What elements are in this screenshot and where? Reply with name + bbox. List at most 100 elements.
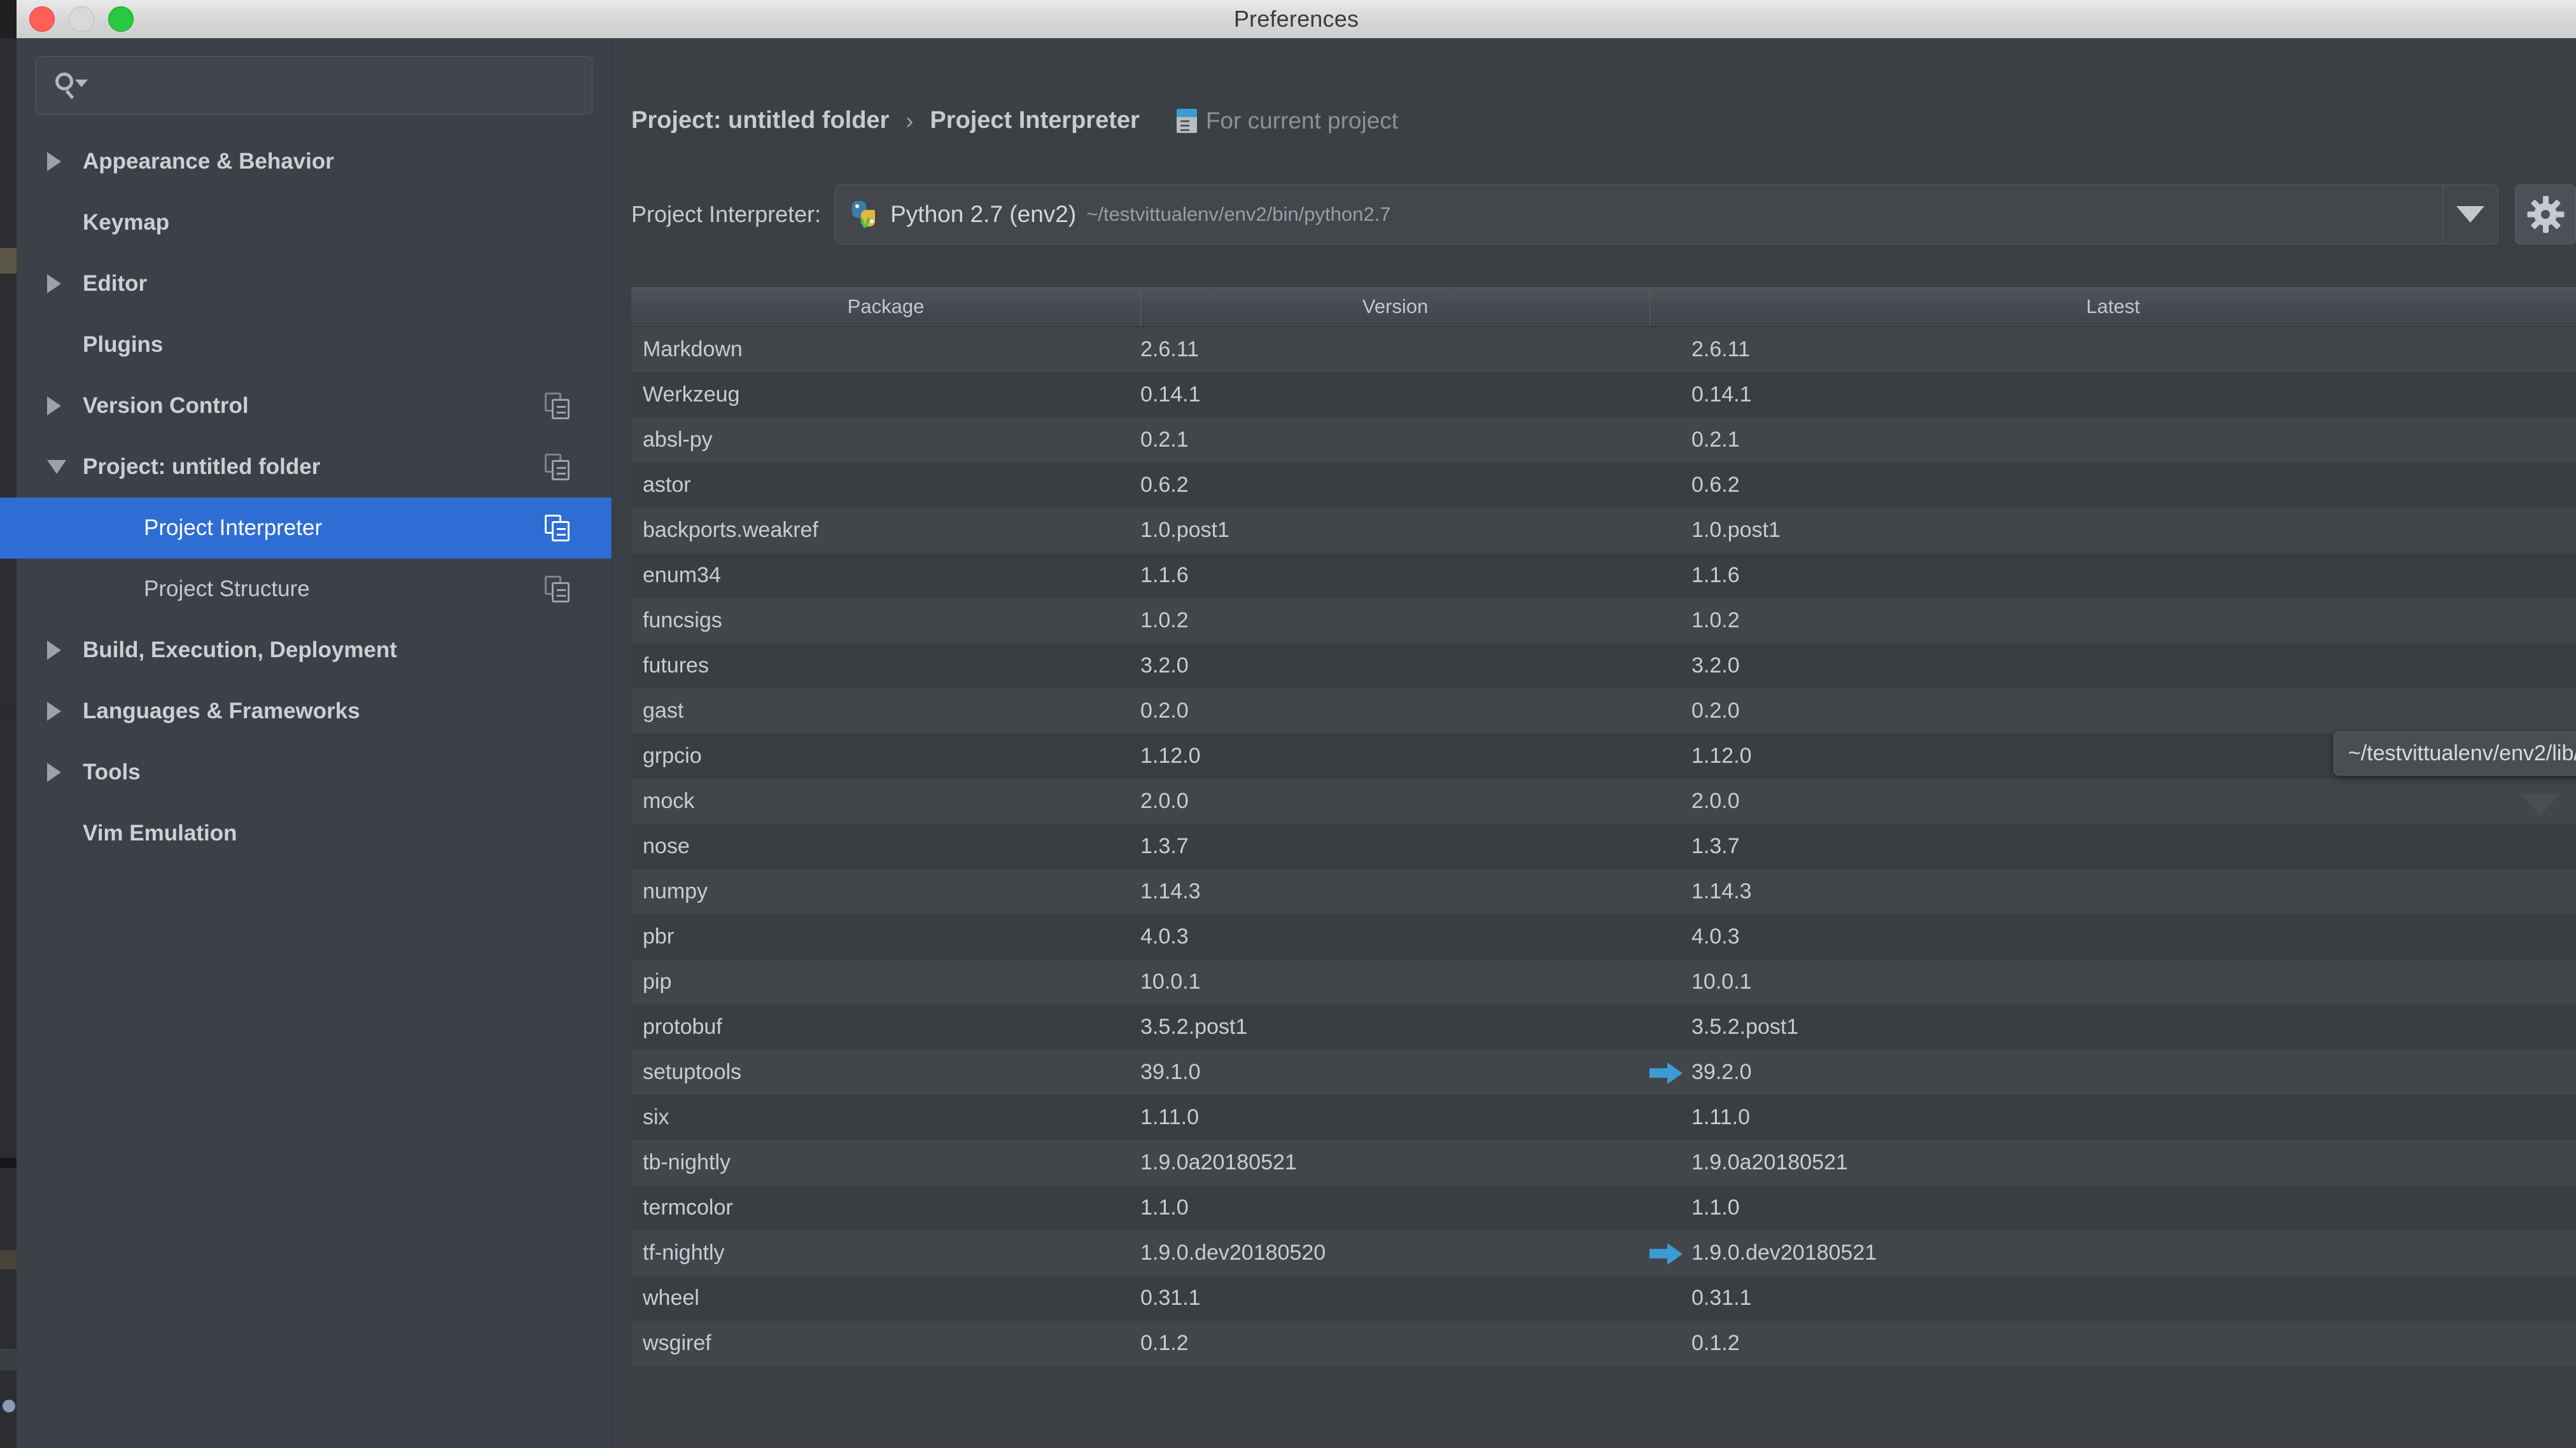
table-row[interactable]: wheel 0.31.1 0.31.1 [631,1276,2576,1321]
cell-version: 3.5.2.post1 [1140,1015,1248,1039]
breadcrumb-parent[interactable]: Project: untitled folder [631,107,889,134]
latest-version-text: 1.9.0.dev20180521 [1691,1241,1877,1265]
cell-latest: 0.2.1 [1649,428,2576,452]
sidebar-item-label: Project Interpreter [144,515,323,540]
cell-version: 2.6.11 [1140,337,1200,361]
cell-version: 1.9.0.dev20180520 [1140,1241,1326,1265]
latest-version-text: 0.14.1 [1691,382,1752,407]
close-icon[interactable] [29,6,55,32]
latest-version-text: 0.31.1 [1691,1286,1752,1310]
zoom-icon[interactable] [108,6,134,32]
table-row[interactable]: Markdown 2.6.11 2.6.11 [631,327,2576,372]
table-row[interactable]: protobuf 3.5.2.post1 3.5.2.post1 [631,1005,2576,1050]
interpreter-combobox[interactable]: v Python 2.7 (env2) ~/testvittualenv/env… [835,184,2498,244]
cell-version: 10.0.1 [1140,970,1201,994]
copy-settings-icon[interactable] [545,393,570,419]
sidebar-item-project-interpreter[interactable]: Project Interpreter [0,498,612,559]
table-row[interactable]: nose 1.3.7 1.3.7 [631,824,2576,869]
table-row[interactable]: pbr 4.0.3 4.0.3 [631,914,2576,959]
title-bar: Preferences [17,0,2576,39]
table-row[interactable]: tb-nightly 1.9.0a20180521 1.9.0a20180521 [631,1140,2576,1185]
table-row[interactable]: backports.weakref 1.0.post1 1.0.post1 [631,508,2576,553]
upgrade-arrow-icon[interactable] [1649,1062,1683,1084]
sidebar-item-languages-frameworks[interactable]: Languages & Frameworks [17,681,612,742]
sidebar-item-label: Tools [83,760,141,784]
cell-latest: 1.0.2 [1649,608,2576,633]
sidebar-item-tools[interactable]: Tools [17,742,612,803]
cell-latest: 0.2.0 [1649,699,2576,723]
expander-arrow-right-icon[interactable] [47,702,83,721]
search-box[interactable] [36,56,592,115]
cell-latest: 10.0.1 [1649,970,2576,994]
sidebar-item-version-control[interactable]: Version Control [17,375,612,436]
cell-package: six [643,1105,669,1129]
latest-version-text: 4.0.3 [1691,924,1740,949]
table-row[interactable]: Werkzeug 0.14.1 0.14.1 [631,372,2576,417]
table-row[interactable]: gast 0.2.0 0.2.0 [631,688,2576,734]
latest-version-text: 39.2.0 [1691,1060,1752,1084]
cell-version: 1.0.2 [1140,608,1189,632]
background-strip [0,706,17,718]
expander-arrow-right-icon[interactable] [47,152,83,171]
table-row[interactable]: futures 3.2.0 3.2.0 [631,643,2576,688]
table-row[interactable]: astor 0.6.2 0.6.2 [631,463,2576,508]
table-row[interactable]: termcolor 1.1.0 1.1.0 [631,1185,2576,1230]
copy-settings-icon[interactable] [545,576,570,602]
table-row[interactable]: setuptools 39.1.0 39.2.0 [631,1050,2576,1095]
cell-latest: 1.1.6 [1649,563,2576,588]
interpreter-combobox-body[interactable]: v Python 2.7 (env2) ~/testvittualenv/env… [836,200,2442,229]
table-row[interactable]: grpcio 1.12.0 1.12.0 [631,734,2576,779]
cell-latest: 0.6.2 [1649,473,2576,498]
expander-arrow-right-icon[interactable] [47,641,83,660]
latest-version-text: 1.9.0a20180521 [1691,1150,1848,1174]
minimize-icon[interactable] [69,6,94,32]
cell-latest: 2.0.0 [1649,789,2576,814]
sidebar-item-keymap[interactable]: Keymap [17,192,612,253]
cell-package: mock [643,789,695,813]
table-row[interactable]: wsgiref 0.1.2 0.1.2 [631,1321,2576,1366]
cell-version: 4.0.3 [1140,924,1189,949]
latest-version-text: 0.2.1 [1691,428,1740,452]
table-row[interactable]: funcsigs 1.0.2 1.0.2 [631,598,2576,643]
column-header-latest[interactable]: Latest [1649,287,2576,326]
sidebar-item-editor[interactable]: Editor [17,253,612,314]
search-input[interactable] [83,73,574,98]
cell-latest: 1.0.post1 [1649,518,2576,543]
interpreter-name: Python 2.7 (env2) [890,201,1077,227]
table-row[interactable]: six 1.11.0 1.11.0 [631,1095,2576,1140]
copy-settings-icon[interactable] [545,454,570,480]
column-header-version[interactable]: Version [1140,287,1649,326]
cell-version: 1.11.0 [1140,1105,1200,1129]
interpreter-settings-button[interactable] [2515,184,2576,244]
expander-arrow-right-icon[interactable] [47,396,83,415]
table-row[interactable]: absl-py 0.2.1 0.2.1 [631,417,2576,463]
sidebar-item-appearance-behavior[interactable]: Appearance & Behavior [17,131,612,192]
background-dot [3,1400,15,1412]
table-row[interactable]: enum34 1.1.6 1.1.6 [631,553,2576,598]
latest-version-text: 1.12.0 [1691,744,1752,768]
sidebar-item-project-untitled-folder[interactable]: Project: untitled folder [17,436,612,498]
expander-arrow-right-icon[interactable] [47,274,83,293]
chevron-down-icon[interactable] [2442,185,2498,244]
table-row[interactable]: tf-nightly 1.9.0.dev20180520 1.9.0.dev2018… [631,1230,2576,1276]
sidebar-item-plugins[interactable]: Plugins [17,314,612,375]
copy-settings-icon[interactable] [545,515,570,541]
sidebar-item-vim-emulation[interactable]: Vim Emulation [17,803,612,864]
scope-label: For current project [1205,107,1399,134]
table-row[interactable]: numpy 1.14.3 1.14.3 [631,869,2576,914]
table-row[interactable]: mock 2.0.0 2.0.0 [631,779,2576,824]
upgrade-arrow-icon[interactable] [1649,1243,1683,1265]
project-scope-icon [1176,108,1197,133]
cell-package: astor [643,473,691,497]
cell-version: 0.31.1 [1140,1286,1201,1310]
sidebar-item-project-structure[interactable]: Project Structure [17,559,612,620]
sidebar-item-build-execution-deployment[interactable]: Build, Execution, Deployment [17,620,612,681]
column-header-package[interactable]: Package [631,287,1140,326]
expander-arrow-down-icon[interactable] [47,460,83,474]
sidebar-item-label: Version Control [83,393,249,418]
table-row[interactable]: pip 10.0.1 10.0.1 [631,959,2576,1005]
cell-package: tf-nightly [643,1241,725,1265]
expander-arrow-right-icon[interactable] [47,763,83,782]
latest-version-text: 3.5.2.post1 [1691,1015,1799,1039]
cell-latest: 0.31.1 [1649,1286,2576,1311]
